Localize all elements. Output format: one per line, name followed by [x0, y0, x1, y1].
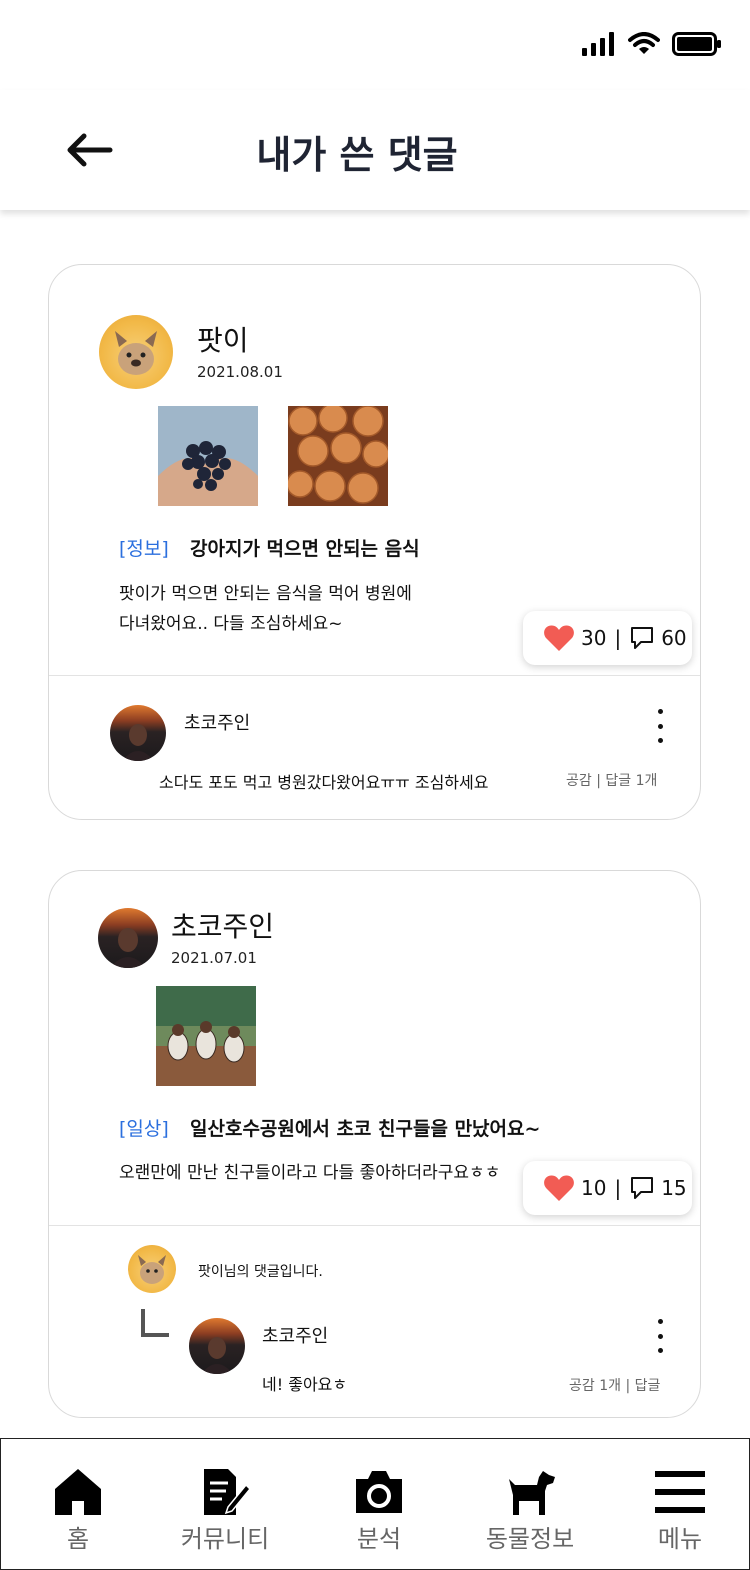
parent-comment-text: 팟이님의 댓글입니다. — [198, 1264, 323, 1280]
post-author: 팟이 — [197, 324, 249, 357]
stat-separator: | — [614, 1176, 622, 1200]
nav-label: 분석 — [356, 1525, 402, 1553]
avatar — [98, 908, 158, 968]
post-body: 오랜만에 만난 친구들이라고 다들 좋아하더라구요ㅎㅎ — [119, 1158, 500, 1188]
reply-indicator-icon — [141, 1309, 169, 1337]
nav-item-home[interactable]: 홈 — [3, 1439, 153, 1569]
post-date: 2021.08.01 — [197, 363, 283, 381]
post-tag[interactable]: [일상] — [119, 1114, 169, 1141]
comment-count: 15 — [661, 1176, 687, 1200]
more-options-icon[interactable] — [650, 1319, 670, 1353]
divider — [49, 675, 700, 676]
avatar — [99, 315, 173, 389]
post-image-dogs[interactable] — [156, 986, 256, 1086]
nav-item-community[interactable]: 커뮤니티 — [150, 1439, 300, 1569]
menu-icon — [655, 1471, 705, 1513]
camera-icon — [356, 1471, 402, 1513]
nav-label: 메뉴 — [657, 1525, 703, 1553]
page-title: 내가 쓴 댓글 — [256, 133, 458, 177]
app-header: 내가 쓴 댓글 — [0, 90, 750, 210]
comment-text: 소다도 포도 먹고 병원갔다왔어요ㅠㅠ 조심하세요 — [159, 773, 489, 792]
signal-icon — [582, 32, 614, 56]
dog-icon — [509, 1471, 555, 1515]
reply-meta[interactable]: 공감 1개 | 답글 — [569, 1375, 660, 1395]
post-body-line: 오랜만에 만난 친구들이라고 다들 좋아하더라구요ㅎㅎ — [119, 1163, 501, 1183]
post-title[interactable]: 일산호수공원에서 초코 친구들을 만났어요~ — [190, 1114, 540, 1141]
more-options-icon[interactable] — [650, 709, 670, 743]
post-stats: 10 | 15 — [523, 1161, 692, 1215]
heart-icon[interactable] — [543, 1174, 575, 1202]
post-body-line: 팟이가 먹으면 안되는 음식을 먹어 병원에 — [119, 584, 412, 604]
dog-avatar-image — [115, 331, 157, 375]
nav-label: 홈 — [66, 1525, 90, 1553]
battery-icon — [672, 32, 721, 56]
parent-comment-avatar — [128, 1245, 176, 1293]
status-bar — [0, 0, 750, 90]
post-image-grapes[interactable] — [158, 406, 258, 506]
community-icon — [204, 1469, 252, 1515]
post-stats: 30 | 60 — [523, 611, 692, 665]
post-body-line: 다녀왔어요.. 다들 조심하세요~ — [119, 614, 343, 634]
post-title[interactable]: 강아지가 먹으면 안되는 음식 — [190, 534, 420, 561]
comment-meta[interactable]: 공감 | 답글 1개 — [566, 770, 657, 790]
like-count: 30 — [581, 626, 607, 650]
post-body: 팟이가 먹으면 안되는 음식을 먹어 병원에 다녀왔어요.. 다들 조심하세요~ — [119, 579, 412, 639]
post-author: 초코주인 — [171, 910, 275, 943]
bottom-nav: 홈 커뮤니티 분석 동물정보 메뉴 — [0, 1438, 750, 1570]
post-date: 2021.07.01 — [171, 949, 257, 967]
comment-icon[interactable] — [629, 1176, 655, 1200]
nav-label: 동물정보 — [485, 1525, 575, 1553]
comment-avatar — [110, 705, 166, 761]
post-image-onions[interactable] — [288, 406, 388, 506]
divider — [49, 1225, 700, 1226]
nav-item-menu[interactable]: 메뉴 — [605, 1439, 750, 1569]
comment-author: 초코주인 — [184, 713, 251, 734]
reply-author: 초코주인 — [262, 1326, 329, 1347]
post-tag[interactable]: [정보] — [119, 534, 169, 561]
nav-label: 커뮤니티 — [180, 1525, 270, 1553]
post-card[interactable]: 팟이 2021.08.01 [정보] 강아지가 먹으면 안되는 음식 팟이가 먹… — [48, 264, 701, 820]
nav-item-animal-info[interactable]: 동물정보 — [455, 1439, 605, 1569]
status-icons — [582, 32, 722, 56]
reply-avatar — [189, 1318, 245, 1374]
nav-item-analysis[interactable]: 분석 — [304, 1439, 454, 1569]
home-icon — [55, 1469, 101, 1515]
reply-text: 네! 좋아요ㅎ — [262, 1375, 348, 1394]
post-card[interactable]: 초코주인 2021.07.01 [일상] 일산호수공원에서 초코 친구들을 만났… — [48, 870, 701, 1418]
like-count: 10 — [581, 1176, 607, 1200]
heart-icon[interactable] — [543, 624, 575, 652]
stat-separator: | — [614, 626, 622, 650]
comment-count: 60 — [661, 626, 687, 650]
wifi-icon — [628, 32, 660, 54]
comment-icon[interactable] — [629, 626, 655, 650]
